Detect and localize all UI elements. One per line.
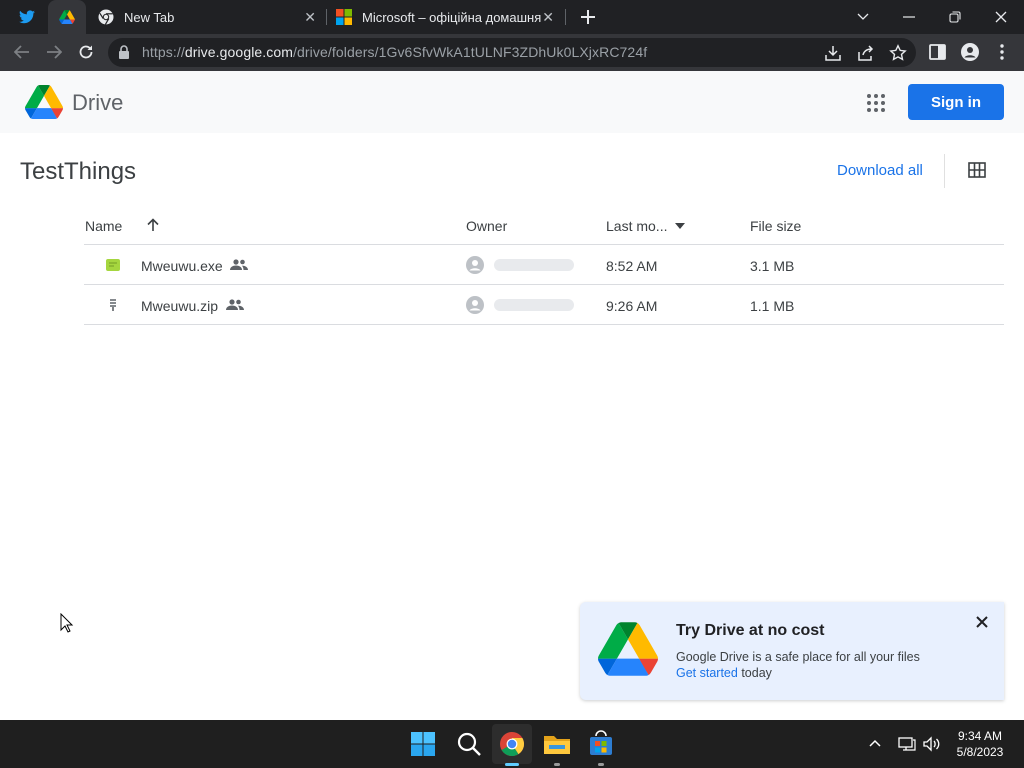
shared-people-icon [230, 259, 248, 270]
tab-close-icon[interactable]: ✕ [304, 9, 316, 25]
tab-new-tab[interactable]: New Tab ✕ [90, 0, 326, 34]
profile-icon[interactable] [960, 42, 980, 62]
reload-button[interactable] [74, 40, 98, 64]
file-size: 1.1 MB [750, 298, 795, 314]
clock-time: 9:34 AM [957, 729, 1003, 743]
share-icon[interactable] [857, 44, 875, 62]
promo-title: Try Drive at no cost [676, 622, 825, 639]
tab-label: Microsoft – офіційна домашня с [362, 9, 542, 25]
chevron-down-icon [857, 13, 869, 20]
new-tab-button[interactable] [576, 5, 600, 29]
microsoft-logo-icon [336, 9, 352, 25]
twitter-icon [19, 10, 35, 24]
google-apps-icon[interactable] [866, 93, 886, 113]
browser-toolbar: https://drive.google.com/drive/folders/1… [0, 34, 1024, 71]
reload-icon [79, 45, 93, 59]
browser-tab-strip: New Tab ✕ Microsoft – офіційна домашня с… [0, 0, 1024, 34]
sign-in-button[interactable]: Sign in [908, 84, 1004, 120]
app-name[interactable]: Drive [72, 90, 123, 116]
url-text: https://drive.google.com/drive/folders/1… [142, 44, 648, 60]
owner-name-placeholder [494, 299, 574, 311]
tab-microsoft[interactable]: Microsoft – офіційна домашня с ✕ [328, 0, 564, 34]
tab-twitter[interactable] [8, 0, 46, 34]
tab-separator [565, 9, 566, 25]
system-clock[interactable]: 9:34 AM 5/8/2023 [950, 728, 1010, 760]
mouse-cursor-icon [60, 613, 74, 633]
arrow-right-icon [47, 45, 62, 59]
promo-close-button[interactable] [976, 616, 988, 632]
more-vert-icon[interactable] [994, 42, 1010, 62]
close-icon [995, 11, 1007, 23]
windows-start-icon[interactable] [410, 730, 436, 758]
chrome-taskbar-icon[interactable] [499, 730, 525, 758]
file-explorer-icon[interactable] [543, 730, 571, 758]
folder-title: TestThings [20, 158, 137, 185]
zip-file-icon [110, 299, 116, 311]
forward-button[interactable] [42, 40, 66, 64]
file-name[interactable]: Mweuwu.zip [141, 298, 218, 314]
google-drive-logo [598, 622, 658, 676]
address-bar[interactable]: https://drive.google.com/drive/folders/1… [108, 38, 916, 67]
bookmark-star-icon[interactable] [889, 44, 907, 62]
promo-cta-suffix: today [737, 666, 772, 680]
clock-date: 5/8/2023 [956, 745, 1004, 759]
file-name[interactable]: Mweuwu.exe [141, 258, 223, 274]
google-drive-icon [59, 10, 75, 24]
table-header: Name Owner Last mo... File size [84, 205, 1004, 245]
column-header-size[interactable]: File size [750, 218, 801, 234]
sort-down-icon[interactable] [675, 223, 685, 229]
back-button[interactable] [10, 40, 34, 64]
search-icon[interactable] [456, 730, 482, 758]
plus-icon [581, 10, 595, 24]
active-app-indicator [505, 763, 519, 766]
promo-description: Google Drive is a safe place for all you… [676, 650, 920, 664]
tab-search-button[interactable] [840, 0, 886, 34]
side-panel-icon[interactable] [928, 42, 948, 62]
file-size: 3.1 MB [750, 258, 795, 274]
minimize-icon [903, 16, 915, 18]
chevron-up-icon[interactable] [868, 736, 882, 752]
minimize-button[interactable] [886, 0, 932, 34]
volume-icon[interactable] [923, 736, 941, 752]
arrow-left-icon [14, 45, 29, 59]
modified-time: 8:52 AM [606, 258, 658, 274]
modified-time: 9:26 AM [606, 298, 658, 314]
owner-avatar-icon [466, 296, 484, 314]
tab-label: New Tab [124, 9, 175, 25]
tab-separator [326, 9, 327, 25]
divider [944, 154, 945, 188]
download-all-button[interactable]: Download all [837, 162, 923, 179]
promo-cta: Get started today [676, 666, 772, 680]
close-window-button[interactable] [978, 0, 1024, 34]
get-started-link[interactable]: Get started [676, 666, 738, 680]
executable-file-icon [106, 259, 120, 271]
install-app-icon[interactable] [824, 44, 842, 62]
chrome-icon [98, 9, 114, 25]
tab-google-drive[interactable] [48, 0, 86, 34]
google-drive-logo[interactable] [24, 85, 64, 119]
tab-close-icon[interactable]: ✕ [542, 9, 554, 25]
open-app-indicator [598, 763, 604, 766]
restore-button[interactable] [932, 0, 978, 34]
close-icon [976, 616, 988, 628]
windows-taskbar: 9:34 AM 5/8/2023 [0, 720, 1024, 768]
try-drive-promo: Try Drive at no cost Google Drive is a s… [580, 602, 1004, 700]
network-icon[interactable] [898, 736, 916, 752]
drive-header: Drive Sign in [0, 71, 1024, 133]
table-row[interactable]: Mweuwu.exe 8:52 AM 3.1 MB [84, 245, 1004, 285]
owner-name-placeholder [494, 259, 574, 271]
restore-icon [949, 11, 961, 23]
column-header-owner[interactable]: Owner [466, 218, 507, 234]
file-table: Name Owner Last mo... File size Mweuwu.e… [84, 205, 1004, 325]
open-app-indicator [554, 763, 560, 766]
column-header-name[interactable]: Name [85, 218, 122, 234]
arrow-up-icon[interactable] [146, 218, 160, 232]
column-header-modified[interactable]: Last mo... [606, 218, 667, 234]
lock-icon[interactable] [118, 45, 130, 59]
table-row[interactable]: Mweuwu.zip 9:26 AM 1.1 MB [84, 285, 1004, 325]
grid-view-icon[interactable] [968, 162, 986, 178]
microsoft-store-icon[interactable] [588, 730, 614, 758]
owner-avatar-icon [466, 256, 484, 274]
shared-people-icon [226, 299, 244, 310]
